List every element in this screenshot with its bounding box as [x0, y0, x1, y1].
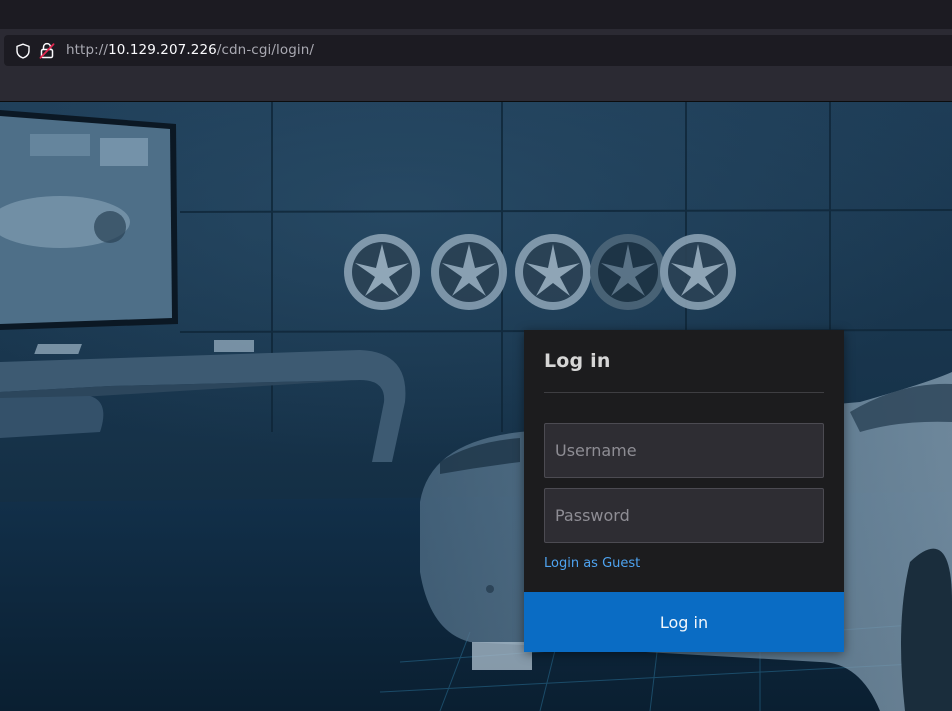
- password-input[interactable]: [544, 488, 824, 543]
- address-bar[interactable]: http://10.129.207.226/cdn-cgi/login/: [4, 35, 952, 66]
- lock-insecure-icon[interactable]: [39, 42, 55, 59]
- url-scheme: http://: [66, 42, 109, 58]
- url-host: 10.129.207.226: [108, 42, 217, 58]
- browser-navigation-bar: http://10.129.207.226/cdn-cgi/login/: [0, 32, 952, 69]
- browser-tab-strip: [0, 0, 952, 32]
- browser-bookmarks-bar: [0, 69, 952, 102]
- login-form: Log in Login as Guest Log in: [524, 330, 844, 652]
- url-text[interactable]: http://10.129.207.226/cdn-cgi/login/: [66, 42, 314, 59]
- shield-icon[interactable]: [15, 43, 31, 59]
- login-as-guest-link[interactable]: Login as Guest: [544, 556, 640, 571]
- username-input[interactable]: [544, 423, 824, 478]
- page-viewport: Log in Login as Guest Log in: [0, 102, 952, 711]
- wall-wheels: [344, 234, 736, 310]
- login-title: Log in: [544, 350, 611, 372]
- title-divider: [544, 392, 824, 393]
- login-submit-button[interactable]: Log in: [524, 592, 844, 652]
- url-path: /cdn-cgi/login/: [216, 42, 315, 58]
